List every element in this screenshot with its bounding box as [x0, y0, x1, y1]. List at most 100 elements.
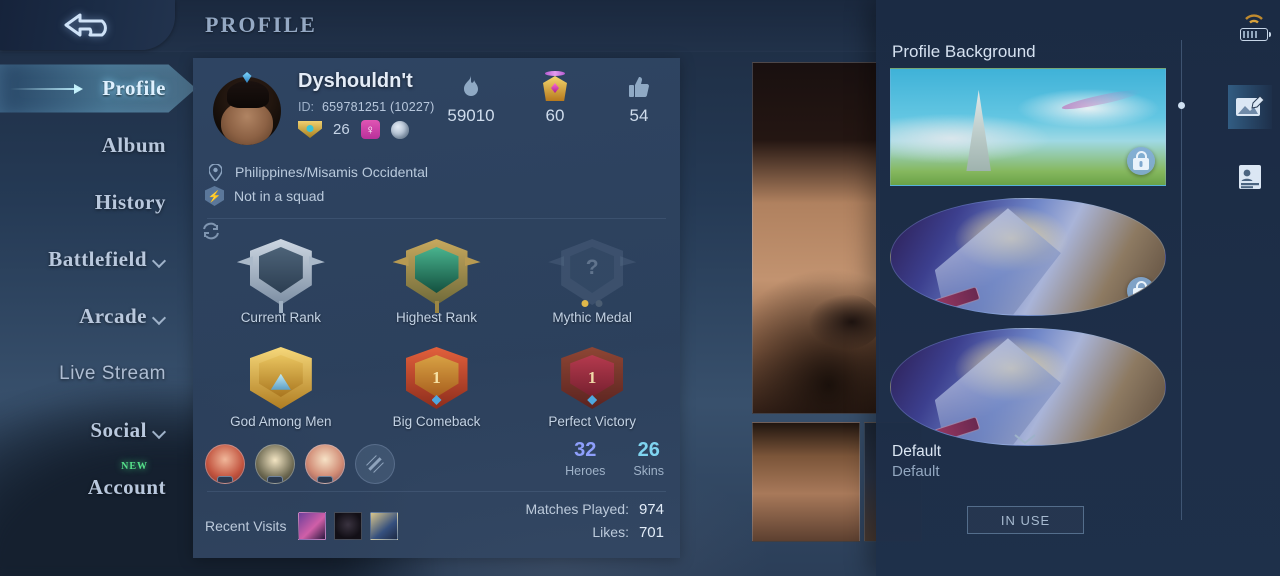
player-name: Dyshouldn't	[298, 70, 413, 92]
sidebar-item-live-stream[interactable]: Live Stream	[0, 345, 196, 402]
battery-icon	[1240, 28, 1271, 41]
back-arrow-icon	[64, 13, 107, 37]
back-button[interactable]	[0, 0, 175, 50]
female-icon: ♀	[360, 120, 380, 139]
chevron-down-icon[interactable]	[1014, 434, 1036, 445]
right-rail	[1220, 0, 1280, 576]
badge-row: Current Rank Highest Rank ? Mythic Medal	[203, 225, 670, 325]
sidebar-item-label: Live Stream	[59, 362, 166, 384]
profile-stats: 59010 60 54	[444, 71, 666, 126]
hero-avatar[interactable]	[205, 444, 245, 484]
achievement-icon	[249, 347, 312, 409]
achievement-icon: 1	[561, 347, 624, 409]
stat-mythic: 60	[528, 71, 582, 126]
background-list	[890, 68, 1166, 458]
badge-god-among-men[interactable]: God Among Men	[203, 329, 359, 429]
flame-icon	[444, 72, 498, 102]
badge-mythic-medal[interactable]: ? Mythic Medal	[514, 225, 670, 325]
badge-label: God Among Men	[230, 414, 332, 429]
location-value: Philippines/Misamis Occidental	[235, 164, 428, 180]
sidebar-item-label: History	[94, 190, 166, 214]
badges-section: Current Rank Highest Rank ? Mythic Medal…	[193, 219, 680, 433]
hero-avatar[interactable]	[255, 444, 295, 484]
sidebar: Profile Album History Battlefield Arcade…	[0, 60, 196, 576]
hero-slot-empty[interactable]	[355, 444, 395, 484]
matches-played: Matches Played: 974	[525, 498, 664, 521]
level-value: 26	[333, 121, 350, 138]
selected-background-name: Default	[892, 443, 942, 460]
id-card-button[interactable]	[1228, 155, 1272, 199]
photo-large[interactable]	[752, 62, 881, 414]
background-card[interactable]	[890, 198, 1166, 316]
badge-perfect-victory[interactable]: 1 Perfect Victory	[514, 329, 670, 429]
hero-avatar[interactable]	[305, 444, 345, 484]
avatar-photo	[213, 77, 281, 145]
sidebar-item-battlefield[interactable]: Battlefield	[0, 231, 196, 288]
medal-progress-dots	[581, 300, 603, 307]
sidebar-item-profile[interactable]: Profile	[0, 64, 196, 113]
likes-label: Likes:	[592, 524, 629, 540]
page-title: PROFILE	[205, 12, 317, 37]
sidebar-item-album[interactable]: Album	[0, 117, 196, 174]
player-id: ID: 659781251 (10227)	[298, 100, 435, 114]
location-pin-icon	[205, 162, 225, 182]
wifi-icon	[1245, 14, 1263, 24]
profile-card: Dyshouldn't ID: 659781251 (10227) 26 ♀ 59…	[193, 58, 680, 558]
level-badge-icon	[298, 121, 322, 138]
player-squad: ⚡ Not in a squad	[205, 186, 324, 206]
player-tags: 26 ♀	[298, 120, 409, 139]
moon-icon	[390, 120, 409, 139]
recent-visit-thumb[interactable]	[370, 512, 399, 540]
player-id-label: ID:	[298, 100, 314, 114]
background-card[interactable]	[890, 328, 1166, 446]
panel-scrollbar[interactable]	[1178, 40, 1185, 520]
squad-shield-icon: ⚡	[205, 186, 224, 206]
collection-stats: 32 Heroes 26 Skins	[565, 439, 664, 478]
sidebar-item-label: Account	[87, 475, 166, 499]
player-id-value: 659781251 (10227)	[321, 100, 435, 114]
likes-row: Likes: 701	[525, 521, 664, 544]
badge-highest-rank[interactable]: Highest Rank	[359, 225, 515, 325]
panel-title: Profile Background	[892, 42, 1036, 61]
recent-visits-row: Recent Visits Matches Played: 974 Likes: 7…	[193, 492, 680, 550]
badge-row: God Among Men 1 Big Comeback 1 Perfect V…	[203, 329, 670, 429]
badge-label: Perfect Victory	[548, 414, 636, 429]
medal-icon	[540, 71, 570, 103]
lock-icon	[1127, 147, 1155, 175]
recent-visit-thumb[interactable]	[334, 512, 363, 540]
heroes-label: Heroes	[565, 464, 606, 478]
sidebar-item-label: Arcade	[79, 304, 147, 328]
sidebar-item-label: Battlefield	[48, 247, 147, 271]
background-card[interactable]	[890, 68, 1166, 186]
skins-value: 26	[637, 439, 660, 461]
sidebar-item-label: Album	[101, 133, 166, 157]
rank-shield-icon	[236, 239, 325, 313]
skins-count: 26 Skins	[633, 439, 664, 478]
matches-played-value: 974	[638, 501, 664, 518]
rank-shield-icon	[392, 239, 481, 313]
sidebar-item-arcade[interactable]: Arcade	[0, 288, 196, 345]
image-edit-button[interactable]	[1228, 85, 1272, 129]
chevron-down-icon	[153, 426, 166, 439]
badge-big-comeback[interactable]: 1 Big Comeback	[359, 329, 515, 429]
squad-value: Not in a squad	[234, 188, 325, 204]
in-use-button[interactable]: IN USE	[967, 506, 1084, 534]
heroes-value: 32	[574, 439, 597, 461]
matches-played-label: Matches Played:	[525, 501, 629, 517]
recent-visit-thumb[interactable]	[298, 512, 327, 540]
sidebar-item-social[interactable]: Social	[0, 402, 196, 459]
likes-value: 701	[638, 524, 664, 541]
avatar[interactable]	[204, 68, 290, 154]
photo-thumb[interactable]	[752, 422, 860, 542]
question-mark-icon: ?	[585, 256, 599, 280]
badge-current-rank[interactable]: Current Rank	[203, 225, 359, 325]
sidebar-item-label: Social	[90, 418, 147, 442]
player-location: Philippines/Misamis Occidental	[205, 162, 428, 182]
sidebar-item-account[interactable]: NEW Account	[0, 459, 196, 516]
heroes-count: 32 Heroes	[565, 439, 605, 478]
stat-value: 54	[629, 106, 649, 125]
new-badge: NEW	[121, 461, 148, 472]
lock-icon	[1127, 277, 1155, 305]
selected-background-sub: Default	[892, 463, 940, 480]
sidebar-item-history[interactable]: History	[0, 174, 196, 231]
